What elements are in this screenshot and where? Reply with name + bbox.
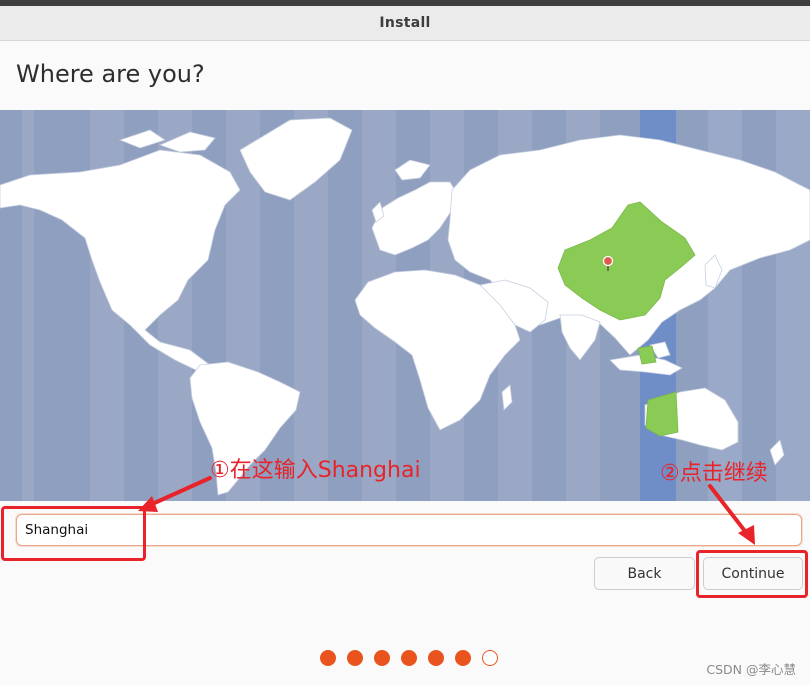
progress-dot: [347, 650, 363, 666]
progress-dot: [401, 650, 417, 666]
watermark: CSDN @李心慧: [706, 662, 796, 677]
window-title: Install: [379, 15, 431, 31]
input-highlight-box: [1, 506, 146, 561]
annotation-step2: ②点击继续: [660, 461, 768, 486]
progress-dots: [320, 650, 498, 666]
continue-highlight-box: [696, 550, 808, 598]
progress-dot: [320, 650, 336, 666]
page-header: Where are you?: [0, 41, 810, 110]
progress-dot: [374, 650, 390, 666]
timezone-map[interactable]: [0, 110, 810, 501]
back-button[interactable]: Back: [594, 557, 695, 590]
page-title: Where are you?: [16, 60, 205, 88]
title-bar[interactable]: Install: [0, 6, 810, 41]
progress-dot-current: [482, 650, 498, 666]
progress-dot: [455, 650, 471, 666]
progress-dot: [428, 650, 444, 666]
annotation-step1: ①在这输入Shanghai: [210, 458, 421, 483]
